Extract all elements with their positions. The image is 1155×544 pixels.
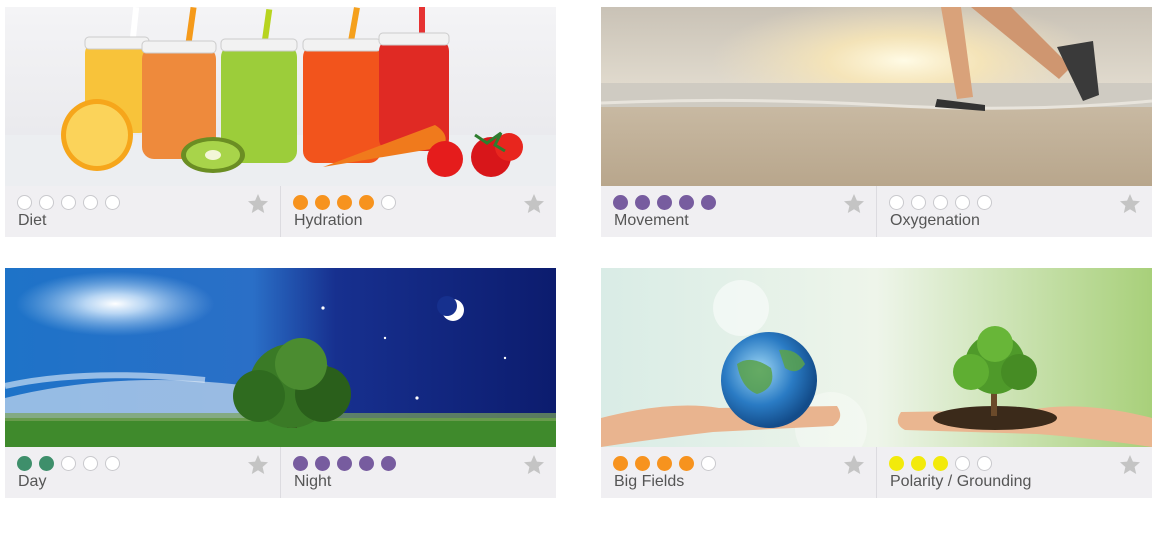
level-dots — [889, 195, 992, 210]
rating-label: Diet — [18, 212, 47, 229]
rating-item-diet: Diet — [5, 186, 281, 237]
level-dot-filled — [701, 195, 716, 210]
juices-fruits-image — [5, 7, 556, 186]
day-night-tree-image — [5, 268, 556, 447]
card-movement-oxygenation: Movement Oxygenation — [601, 7, 1152, 237]
level-dot-empty — [105, 195, 120, 210]
rating-item-oxygenation: Oxygenation — [877, 186, 1152, 237]
level-dot-filled — [889, 456, 904, 471]
rating-item-hydration: Hydration — [281, 186, 556, 237]
level-dot-filled — [315, 456, 330, 471]
level-dot-empty — [381, 195, 396, 210]
level-dot-empty — [933, 195, 948, 210]
level-dot-filled — [315, 195, 330, 210]
star-icon[interactable] — [246, 192, 270, 216]
hands-earth-sapling-image — [601, 268, 1152, 447]
level-dots — [17, 456, 120, 471]
level-dots — [17, 195, 120, 210]
level-dot-empty — [17, 195, 32, 210]
level-dot-empty — [701, 456, 716, 471]
level-dot-filled — [39, 456, 54, 471]
level-dot-empty — [39, 195, 54, 210]
level-dot-empty — [83, 195, 98, 210]
level-dot-empty — [83, 456, 98, 471]
beach-runner-image — [601, 7, 1152, 186]
rating-item-night: Night — [281, 447, 556, 498]
level-dot-filled — [293, 456, 308, 471]
rating-label: Big Fields — [614, 473, 685, 490]
level-dot-empty — [61, 195, 76, 210]
level-dot-filled — [293, 195, 308, 210]
star-icon[interactable] — [522, 453, 546, 477]
level-dot-filled — [17, 456, 32, 471]
level-dot-filled — [657, 195, 672, 210]
star-icon[interactable] — [522, 192, 546, 216]
level-dot-filled — [613, 456, 628, 471]
rating-label: Polarity / Grounding — [890, 473, 1032, 490]
level-dots — [613, 456, 716, 471]
level-dot-empty — [955, 195, 970, 210]
rating-label: Hydration — [294, 212, 363, 229]
level-dot-filled — [359, 456, 374, 471]
rating-label: Movement — [614, 212, 689, 229]
rating-bar: Diet Hydration — [5, 186, 556, 237]
level-dots — [613, 195, 716, 210]
level-dot-filled — [933, 456, 948, 471]
star-icon[interactable] — [1118, 192, 1142, 216]
level-dot-empty — [977, 195, 992, 210]
star-icon[interactable] — [842, 453, 866, 477]
rating-bar: Big Fields Polarity / Grounding — [601, 447, 1152, 498]
level-dot-filled — [613, 195, 628, 210]
level-dot-filled — [359, 195, 374, 210]
star-icon[interactable] — [1118, 453, 1142, 477]
level-dots — [293, 195, 396, 210]
star-icon[interactable] — [246, 453, 270, 477]
level-dot-filled — [911, 456, 926, 471]
level-dot-filled — [635, 195, 650, 210]
star-icon[interactable] — [842, 192, 866, 216]
card-diet-hydration: Diet Hydration — [5, 7, 556, 237]
rating-item-polarity-grounding: Polarity / Grounding — [877, 447, 1152, 498]
level-dots — [889, 456, 992, 471]
level-dot-filled — [635, 456, 650, 471]
rating-label: Oxygenation — [890, 212, 980, 229]
rating-bar: Movement Oxygenation — [601, 186, 1152, 237]
level-dot-filled — [381, 456, 396, 471]
level-dot-filled — [679, 195, 694, 210]
level-dot-filled — [337, 195, 352, 210]
level-dot-empty — [977, 456, 992, 471]
level-dot-empty — [911, 195, 926, 210]
level-dot-filled — [657, 456, 672, 471]
level-dots — [293, 456, 396, 471]
rating-item-movement: Movement — [601, 186, 877, 237]
rating-label: Night — [294, 473, 332, 490]
card-day-night: Day Night — [5, 268, 556, 498]
rating-bar: Day Night — [5, 447, 556, 498]
card-bigfields-polarity: Big Fields Polarity / Grounding — [601, 268, 1152, 498]
level-dot-empty — [105, 456, 120, 471]
level-dot-empty — [61, 456, 76, 471]
level-dot-filled — [679, 456, 694, 471]
level-dot-empty — [889, 195, 904, 210]
rating-label: Day — [18, 473, 47, 490]
rating-item-day: Day — [5, 447, 281, 498]
rating-item-big-fields: Big Fields — [601, 447, 877, 498]
level-dot-empty — [955, 456, 970, 471]
level-dot-filled — [337, 456, 352, 471]
